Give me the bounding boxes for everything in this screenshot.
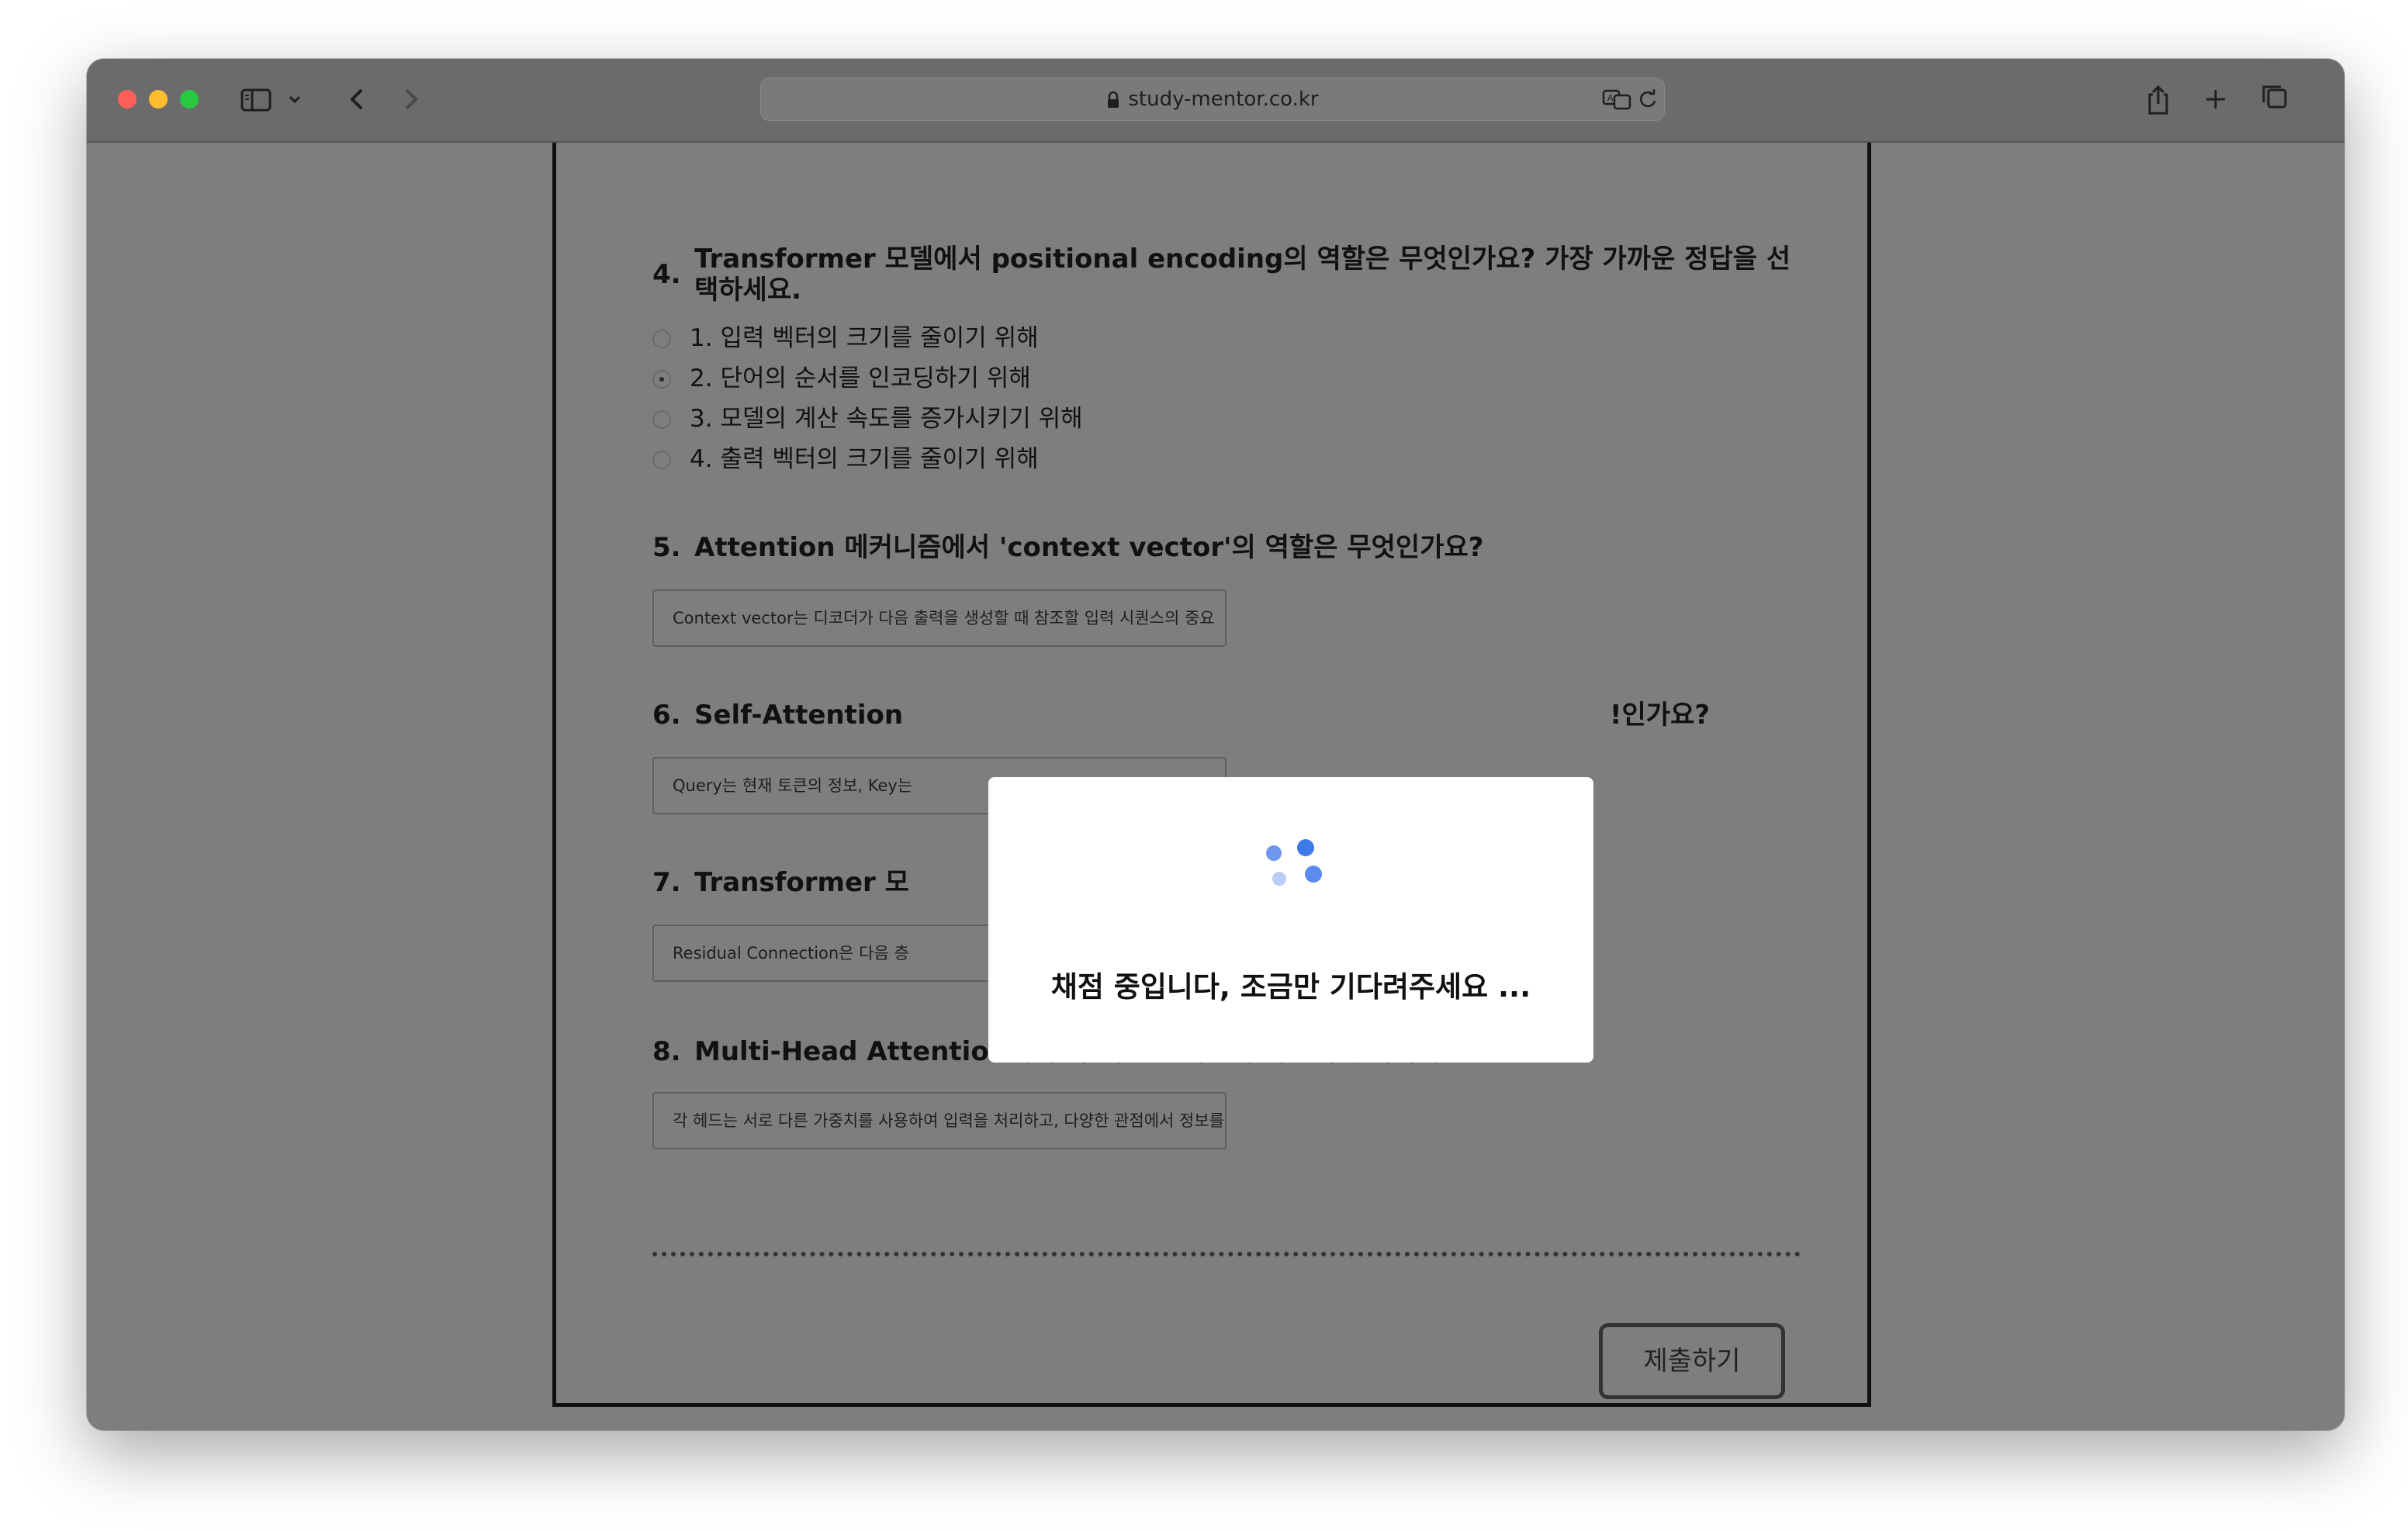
submit-button[interactable]: 제출하기: [1599, 1323, 1785, 1399]
zoom-window-button[interactable]: [180, 90, 199, 109]
spinner-dot: [1266, 845, 1282, 861]
radio-button[interactable]: [652, 451, 671, 469]
radio-button[interactable]: [652, 330, 671, 348]
question-number: 8.: [652, 1036, 681, 1067]
browser-window: study-mentor.co.kr A 4. Transformer 모델에서…: [87, 59, 2344, 1430]
reload-icon[interactable]: [1636, 88, 1659, 111]
grading-message: 채점 중입니다, 조금만 기다려주세요 ...: [1050, 970, 1531, 1004]
question-number: 5.: [652, 532, 681, 563]
share-icon[interactable]: [2144, 81, 2172, 118]
question-number: 4.: [652, 259, 681, 290]
lock-icon: [1108, 91, 1119, 108]
address-bar[interactable]: study-mentor.co.kr A: [760, 78, 1665, 121]
close-window-button[interactable]: [118, 90, 137, 109]
chevron-down-icon[interactable]: [285, 81, 304, 118]
option-label: 2. 단어의 순서를 인코딩하기 위해: [690, 365, 1031, 392]
translate-icon[interactable]: A: [1602, 88, 1633, 111]
dotted-divider: [652, 1252, 1801, 1256]
question-text-left: Transformer 모: [694, 867, 909, 898]
question-number: 6.: [652, 700, 681, 731]
question-text: Attention 메커니즘에서 'context vector'의 역할은 무…: [694, 532, 1484, 563]
option-label: 1. 입력 벡터의 크기를 줄이기 위해: [690, 324, 1039, 352]
url-text: study-mentor.co.kr: [1128, 88, 1319, 111]
question-text-continued: 택하세요.: [694, 275, 802, 306]
question-8-answer-field[interactable]: 각 헤드는 서로 다른 가중치를 사용하여 입력을 처리하고, 다양한 관점에서…: [652, 1092, 1226, 1149]
option-label: 3. 모델의 계산 속도를 증가시키기 위해: [690, 405, 1083, 433]
minimize-window-button[interactable]: [149, 90, 168, 109]
loading-spinner-icon: [1266, 838, 1322, 892]
question-4-title: 4. Transformer 모델에서 positional encoding의…: [652, 244, 1816, 313]
spinner-dot: [1272, 872, 1286, 886]
page-content: 4. Transformer 모델에서 positional encoding의…: [87, 143, 2344, 1430]
new-tab-icon[interactable]: [2202, 81, 2230, 118]
forward-arrow-icon[interactable]: [397, 81, 425, 118]
quiz-sheet: 4. Transformer 모델에서 positional encoding의…: [552, 143, 1871, 1407]
question-number: 7.: [652, 867, 681, 898]
question-text-left: Self-Attention: [694, 700, 904, 731]
question-5-answer-field[interactable]: Context vector는 디코더가 다음 출력을 생성할 때 참조할 입력…: [652, 589, 1226, 647]
browser-toolbar: study-mentor.co.kr A: [87, 59, 2344, 143]
sidebar-toggle-icon[interactable]: [239, 81, 273, 118]
question-6-title: 6. Self-Attention !인가요?: [652, 700, 1816, 734]
radio-button-selected[interactable]: [652, 370, 671, 389]
question-text: Transformer 모델에서 positional encoding의 역할…: [694, 244, 1791, 275]
spinner-dot: [1297, 839, 1314, 856]
tab-overview-icon[interactable]: [2259, 81, 2290, 118]
option-label: 4. 출력 벡터의 크기를 줄이기 위해: [690, 445, 1039, 473]
spinner-dot: [1305, 866, 1322, 883]
back-arrow-icon[interactable]: [343, 81, 371, 118]
question-5-title: 5. Attention 메커니즘에서 'context vector'의 역할…: [652, 532, 1816, 566]
question-text-right: !인가요?: [1610, 700, 1711, 731]
grading-modal: 채점 중입니다, 조금만 기다려주세요 ...: [988, 777, 1593, 1063]
radio-button[interactable]: [652, 410, 671, 429]
svg-text:A: A: [1607, 93, 1614, 103]
